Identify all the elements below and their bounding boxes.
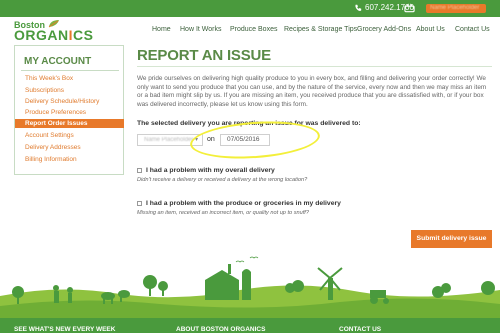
sidebar-item-delivery-schedule[interactable]: Delivery Schedule/History [25,98,99,105]
farm-illustration [0,256,500,324]
produce-issue-hint: Missing an item, received an incorrect i… [137,210,309,216]
cart-icon[interactable] [404,3,415,13]
nav-about[interactable]: About Us [416,26,445,33]
nav-how-it-works[interactable]: How It Works [180,26,222,33]
footer-heading-about: ABOUT BOSTON ORGANICS [176,326,266,333]
phone-icon [355,4,362,11]
logo[interactable]: Boston ORGANICS [14,20,96,43]
sidebar-item-report-order-issues[interactable]: Report Order Issues [15,119,124,128]
sidebar-item-subscriptions[interactable]: Subscriptions [25,87,64,94]
overall-delivery-checkbox[interactable] [137,168,142,173]
account-sidebar: MY ACCOUNT This Week's Box Subscriptions… [14,45,124,175]
sidebar-item-delivery-addresses[interactable]: Delivery Addresses [25,144,81,151]
produce-issue-checkbox[interactable] [137,201,142,206]
nav-recipes[interactable]: Recipes & Storage Tips [284,26,357,33]
nav-contact[interactable]: Contact Us [455,26,490,33]
nav-home[interactable]: Home [152,26,171,33]
nav-grocery-addons[interactable]: Grocery Add-Ons [357,26,411,33]
page-title: REPORT AN ISSUE [137,47,271,64]
footer-heading-contact: CONTACT US [339,326,382,333]
nav-produce-boxes[interactable]: Produce Boxes [230,26,277,33]
intro-paragraph: We pride ourselves on delivering high qu… [137,75,487,108]
produce-issue-label[interactable]: I had a problem with the produce or groc… [146,200,341,207]
overall-delivery-label[interactable]: I had a problem with my overall delivery [146,167,275,174]
sidebar-item-billing-information[interactable]: Billing Information [25,156,77,163]
divider [21,70,119,71]
sidebar-title: MY ACCOUNT [24,56,92,67]
sidebar-item-account-settings[interactable]: Account Settings [25,132,74,139]
top-bar: 607.242.1700 Name Placeholder [0,0,500,17]
account-menu[interactable]: Name Placeholder [426,4,486,13]
footer: SEE WHAT'S NEW EVERY WEEK ABOUT BOSTON O… [0,318,500,333]
sidebar-item-produce-preferences[interactable]: Produce Preferences [25,109,86,116]
overall-delivery-hint: Didn't receive a delivery or received a … [137,177,308,183]
sidebar-item-this-weeks-box[interactable]: This Week's Box [25,75,73,82]
divider [137,66,492,67]
footer-heading-whats-new: SEE WHAT'S NEW EVERY WEEK [14,326,116,333]
submit-delivery-issue-button[interactable]: Submit delivery issue [411,230,492,248]
